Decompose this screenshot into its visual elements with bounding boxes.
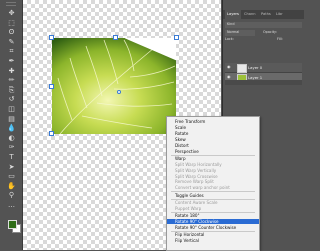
blend-mode-select[interactable]: Normal bbox=[225, 30, 255, 36]
tools-grip[interactable] bbox=[6, 2, 16, 6]
hand-tool-icon[interactable]: ✋ bbox=[7, 182, 16, 190]
crop-tool-icon[interactable]: ⌗ bbox=[7, 47, 16, 55]
menu-item-free-transform[interactable]: Free Transform bbox=[167, 119, 259, 124]
tab-channels[interactable]: Chann bbox=[244, 10, 256, 19]
menu-item-convert-warp-anchor-point[interactable]: Convert warp anchor point bbox=[167, 185, 259, 190]
healing-tool-icon[interactable]: ✚ bbox=[7, 67, 16, 75]
menu-item-rotate-90-counter-clockwise[interactable]: Rotate 90° Counter Clockwise bbox=[167, 225, 259, 230]
marquee-tool-icon[interactable]: ⬚ bbox=[7, 19, 16, 27]
menu-item-scale[interactable]: Scale bbox=[167, 125, 259, 130]
menu-item-split-warp-vertically[interactable]: Split Warp Vertically bbox=[167, 168, 259, 173]
zoom-tool-icon[interactable]: ⚲ bbox=[7, 191, 16, 199]
menu-item-flip-vertical[interactable]: Flip Vertical bbox=[167, 238, 259, 243]
opacity-label: Opacity: bbox=[263, 30, 277, 34]
clone-stamp-tool-icon[interactable]: ⎘ bbox=[7, 86, 16, 94]
rectangle-tool-icon[interactable]: ▭ bbox=[7, 172, 16, 180]
transform-handle-left-middle[interactable] bbox=[49, 84, 54, 89]
layers-panel-footer bbox=[225, 80, 302, 85]
dodge-tool-icon[interactable]: ◐ bbox=[7, 134, 16, 142]
layer-filter-bar[interactable]: Kind bbox=[225, 22, 302, 28]
tools-panel: ✥ ⬚ ʘ ✎ ⌗ ✒ ✚ ✏ ⎘ ↺ ◫ ▤ 💧 ◐ ✑ T ➤ ▭ ✋ ⚲ … bbox=[0, 0, 23, 250]
menu-item-split-warp-crosswise[interactable]: Split Warp Crosswise bbox=[167, 174, 259, 179]
visibility-eye-icon[interactable]: ◉ bbox=[227, 75, 231, 79]
menu-item-toggle-guides[interactable]: Toggle Guides bbox=[167, 193, 259, 198]
transform-handle-top-right[interactable] bbox=[174, 35, 179, 40]
layer-row-layer-0[interactable]: ◉ Layer 0 bbox=[225, 63, 302, 73]
lock-label: Lock: bbox=[225, 37, 234, 41]
menu-item-split-warp-horizontally[interactable]: Split Warp Horizontally bbox=[167, 162, 259, 167]
type-tool-icon[interactable]: T bbox=[7, 153, 16, 161]
eyedropper-tool-icon[interactable]: ✒ bbox=[7, 57, 16, 65]
menu-item-content-aware-scale[interactable]: Content Aware Scale bbox=[167, 200, 259, 205]
tab-paths[interactable]: Paths bbox=[261, 10, 271, 19]
transform-handle-top-middle[interactable] bbox=[113, 35, 118, 40]
mores-tool-icon[interactable]: … bbox=[7, 201, 16, 209]
brush-tool-icon[interactable]: ✏ bbox=[7, 76, 16, 84]
quick-select-tool-icon[interactable]: ✎ bbox=[7, 38, 16, 46]
lock-row: Lock: Fill: bbox=[225, 37, 302, 43]
lasso-tool-icon[interactable]: ʘ bbox=[7, 28, 16, 36]
history-brush-tool-icon[interactable]: ↺ bbox=[7, 95, 16, 103]
move-tool-icon[interactable]: ✥ bbox=[7, 9, 16, 17]
path-select-tool-icon[interactable]: ➤ bbox=[7, 163, 16, 171]
transform-reference-point[interactable] bbox=[117, 90, 121, 94]
menu-item-rotate-90-clockwise[interactable]: Rotate 90° Clockwise bbox=[167, 219, 259, 225]
eraser-tool-icon[interactable]: ◫ bbox=[7, 105, 16, 113]
menu-item-perspective[interactable]: Perspective bbox=[167, 149, 259, 154]
kind-filter-label: Kind bbox=[227, 22, 235, 26]
layer-thumbnail bbox=[237, 64, 247, 73]
menu-item-flip-horizontal[interactable]: Flip Horizontal bbox=[167, 232, 259, 237]
tab-libraries[interactable]: Libr bbox=[276, 10, 283, 19]
pen-tool-icon[interactable]: ✑ bbox=[7, 143, 16, 151]
menu-item-distort[interactable]: Distort bbox=[167, 143, 259, 148]
visibility-eye-icon[interactable]: ◉ bbox=[227, 65, 231, 69]
tab-layers[interactable]: Layers bbox=[225, 10, 241, 19]
menu-item-rotate[interactable]: Rotate bbox=[167, 131, 259, 136]
transform-context-menu: Free Transform Scale Rotate Skew Distort Pers… bbox=[166, 116, 260, 251]
menu-item-remove-warp-split[interactable]: Remove Warp Split bbox=[167, 179, 259, 184]
fill-label: Fill: bbox=[277, 37, 283, 41]
foreground-color-swatch[interactable] bbox=[8, 220, 17, 229]
menu-item-puppet-warp[interactable]: Puppet Warp bbox=[167, 206, 259, 211]
menu-item-skew[interactable]: Skew bbox=[167, 137, 259, 142]
transform-handle-bottom-left[interactable] bbox=[49, 131, 54, 136]
panel-tabs: Layers Chann Paths Libr bbox=[223, 10, 304, 19]
blend-mode-value: Normal bbox=[227, 30, 240, 34]
menu-item-warp[interactable]: Warp bbox=[167, 156, 259, 161]
blur-tool-icon[interactable]: 💧 bbox=[7, 124, 16, 132]
gradient-tool-icon[interactable]: ▤ bbox=[7, 115, 16, 123]
leaf-image-layer[interactable] bbox=[52, 38, 176, 134]
layer-name[interactable]: Layer 0 bbox=[248, 65, 262, 70]
transform-handle-top-left[interactable] bbox=[49, 35, 54, 40]
menu-item-rotate-180[interactable]: Rotate 180° bbox=[167, 213, 259, 218]
